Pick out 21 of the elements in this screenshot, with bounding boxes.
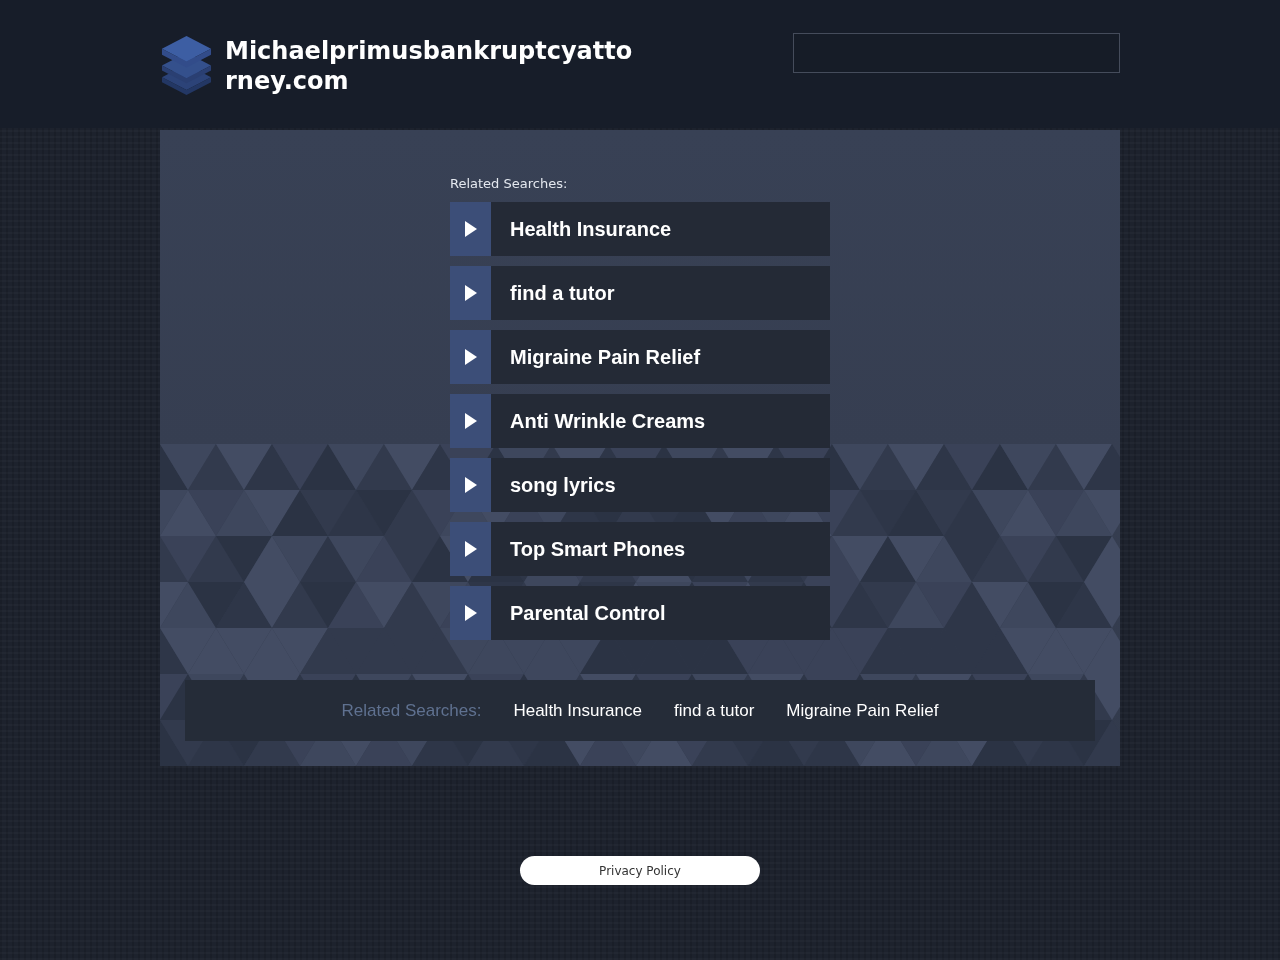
privacy-policy-button[interactable]: Privacy Policy — [520, 856, 760, 885]
play-arrow-icon — [464, 349, 477, 365]
bar-heading: Related Searches: — [341, 700, 482, 721]
search-link[interactable]: Anti Wrinkle Creams — [450, 394, 830, 448]
search-link[interactable]: find a tutor — [673, 700, 755, 721]
related-searches-heading: Related Searches: — [450, 175, 569, 193]
search-field[interactable] — [793, 33, 1120, 73]
search-link[interactable]: find a tutor — [450, 266, 830, 320]
play-arrow-icon — [464, 605, 477, 621]
search-link[interactable]: Migraine Pain Relief — [786, 700, 939, 721]
search-link[interactable]: Migraine Pain Relief — [450, 330, 830, 384]
search-link[interactable]: Top Smart Phones — [450, 522, 830, 576]
search-link[interactable]: Parental Control — [450, 586, 830, 640]
search-link[interactable]: Health Insurance — [450, 202, 830, 256]
site-name: Michaelprimusbankruptcyattorney.com — [225, 35, 634, 96]
play-arrow-icon — [464, 541, 477, 557]
play-arrow-icon — [464, 285, 477, 301]
stacked-layers-icon — [160, 35, 213, 96]
search-link[interactable]: Health Insurance — [513, 700, 642, 721]
play-arrow-icon — [464, 221, 477, 237]
play-arrow-icon — [464, 413, 477, 429]
